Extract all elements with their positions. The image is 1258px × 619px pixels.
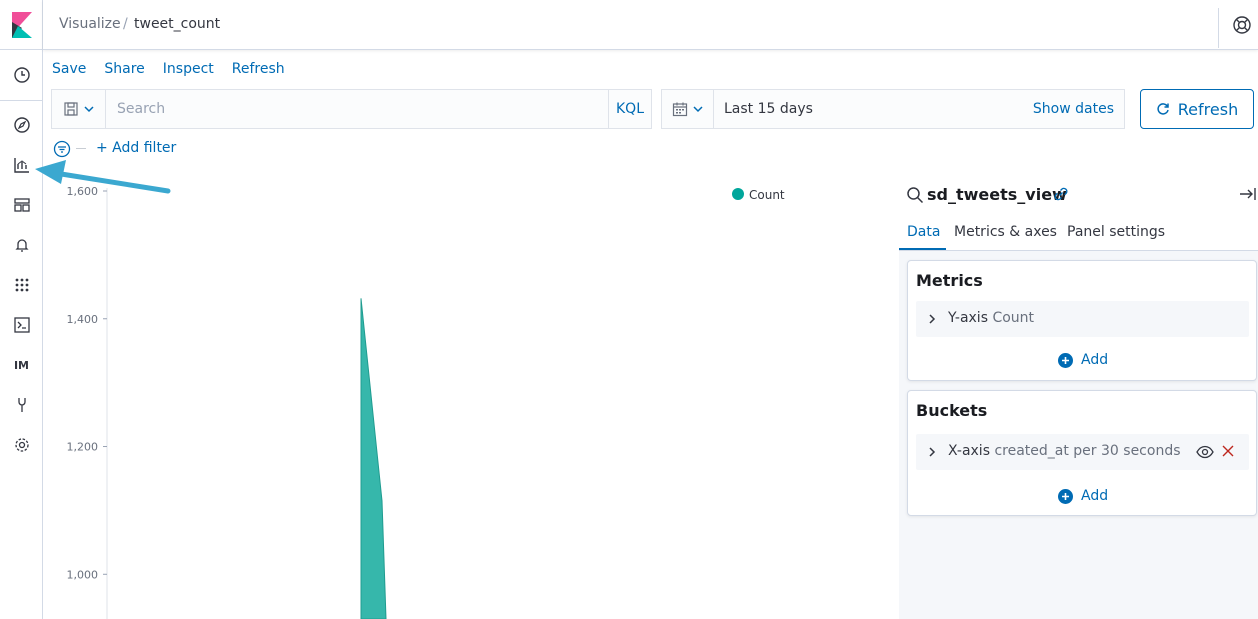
side-nav: IM <box>0 0 43 619</box>
chevron-down-icon <box>692 106 703 113</box>
y-axis-agg-label: Y-axis Count <box>948 310 1035 326</box>
share-link[interactable]: Share <box>104 60 144 78</box>
refresh-icon <box>1157 103 1169 115</box>
inspect-link[interactable]: Inspect <box>163 60 214 78</box>
y-tick-label: 1,600 <box>67 185 99 198</box>
filter-options-icon[interactable] <box>53 140 71 158</box>
area-series-count[interactable] <box>360 298 387 619</box>
legend-label-count[interactable]: Count <box>749 188 785 202</box>
index-pattern-title: sd_tweets_view <box>927 185 1067 204</box>
y-tick-label: 1,000 <box>67 568 99 581</box>
im-app-label: IM <box>13 358 30 372</box>
chevron-right-icon[interactable] <box>926 313 938 325</box>
nav-separator <box>0 100 43 101</box>
add-metric-label: Add <box>1081 352 1109 368</box>
vis-editor-sidebar: sd_tweets_view Data Metrics & axes Panel… <box>899 174 1258 619</box>
quick-menu-button[interactable] <box>662 90 714 128</box>
link-icon[interactable] <box>1052 185 1070 203</box>
add-filter-button[interactable]: + Add filter <box>96 140 176 156</box>
tab-data[interactable]: Data <box>907 224 940 240</box>
remove-agg-close-icon[interactable] <box>1221 444 1235 458</box>
kibana-logo-icon[interactable] <box>0 0 43 50</box>
refresh-link[interactable]: Refresh <box>232 60 285 78</box>
show-dates-link[interactable]: Show dates <box>1033 101 1114 117</box>
editor-header: sd_tweets_view <box>899 174 1258 214</box>
collapse-sidebar-icon[interactable] <box>1239 186 1257 202</box>
dev-tools-console-icon[interactable] <box>0 310 43 340</box>
header-divider <box>1218 8 1219 48</box>
tab-panel-settings[interactable]: Panel settings <box>1067 224 1165 240</box>
visualize-chart-icon[interactable] <box>0 150 43 180</box>
top-nav-menu: Save Share Inspect Refresh <box>52 60 303 78</box>
y-tick-label: 1,200 <box>67 441 99 454</box>
chevron-down-icon <box>83 106 94 113</box>
x-axis-agg-label: X-axis created_at per 30 seconds <box>948 443 1181 459</box>
visualization-chart: 1,000 1,200 1,400 1,600 Count <box>44 174 884 619</box>
plus-circle-icon <box>1058 352 1073 368</box>
im-app-link[interactable]: IM <box>0 350 43 380</box>
management-gear-icon[interactable] <box>0 430 43 460</box>
toggle-visibility-eye-icon[interactable] <box>1196 444 1214 460</box>
discover-compass-icon[interactable] <box>0 110 43 140</box>
y-tick-label: 1,400 <box>67 313 99 326</box>
search-input[interactable] <box>107 90 607 128</box>
editor-tabs: Data Metrics & axes Panel settings <box>899 214 1258 251</box>
save-disk-icon <box>63 102 78 116</box>
breadcrumb-visualize[interactable]: Visualize <box>59 16 121 32</box>
help-lifebuoy-icon[interactable] <box>1232 15 1252 35</box>
add-metric-button[interactable]: Add <box>1058 352 1108 368</box>
y-axis-agg-row[interactable]: Y-axis Count <box>916 301 1249 337</box>
dashboard-icon[interactable] <box>0 190 43 220</box>
apps-grid-icon[interactable] <box>0 270 43 300</box>
legend-dot-count[interactable] <box>732 188 744 200</box>
y-axis-agg-desc: Count <box>992 310 1035 326</box>
breadcrumb-current: tweet_count <box>134 16 221 32</box>
saved-queries-button[interactable] <box>52 90 106 128</box>
query-bar: KQL <box>51 89 652 129</box>
chevron-right-icon[interactable] <box>926 446 938 458</box>
save-link[interactable]: Save <box>52 60 86 78</box>
kql-toggle-button[interactable]: KQL <box>608 90 651 128</box>
search-icon <box>907 187 924 204</box>
date-range-label[interactable]: Last 15 days <box>724 101 813 117</box>
calendar-icon <box>672 102 687 117</box>
metrics-card: Metrics Y-axis Count Add <box>907 260 1257 381</box>
plus-circle-icon <box>1058 488 1073 504</box>
buckets-title: Buckets <box>916 401 988 420</box>
tab-metrics-axes[interactable]: Metrics & axes <box>954 224 1057 240</box>
recently-viewed-clock-icon[interactable] <box>0 60 43 90</box>
area-chart-svg: 1,000 1,200 1,400 1,600 Count <box>67 185 785 619</box>
add-bucket-label: Add <box>1081 488 1109 504</box>
add-bucket-button[interactable]: Add <box>1058 488 1108 504</box>
refresh-button[interactable]: Refresh <box>1140 89 1254 129</box>
buckets-card: Buckets X-axis created_at per 30 seconds… <box>907 390 1257 516</box>
x-axis-agg-desc: created_at per 30 seconds <box>994 443 1181 459</box>
date-picker: Last 15 days Show dates <box>661 89 1125 129</box>
metrics-title: Metrics <box>916 271 983 290</box>
monitoring-wrench-icon[interactable] <box>0 390 43 420</box>
active-tab-underline <box>899 248 946 250</box>
x-axis-agg-row[interactable]: X-axis created_at per 30 seconds <box>916 434 1249 470</box>
app-header: Visualize / tweet_count <box>43 0 1258 50</box>
filter-divider <box>76 148 86 149</box>
breadcrumb-separator: / <box>123 16 128 32</box>
chart-legend: Count <box>732 188 785 202</box>
alerts-bell-icon[interactable] <box>0 230 43 260</box>
refresh-button-label: Refresh <box>1177 99 1239 119</box>
